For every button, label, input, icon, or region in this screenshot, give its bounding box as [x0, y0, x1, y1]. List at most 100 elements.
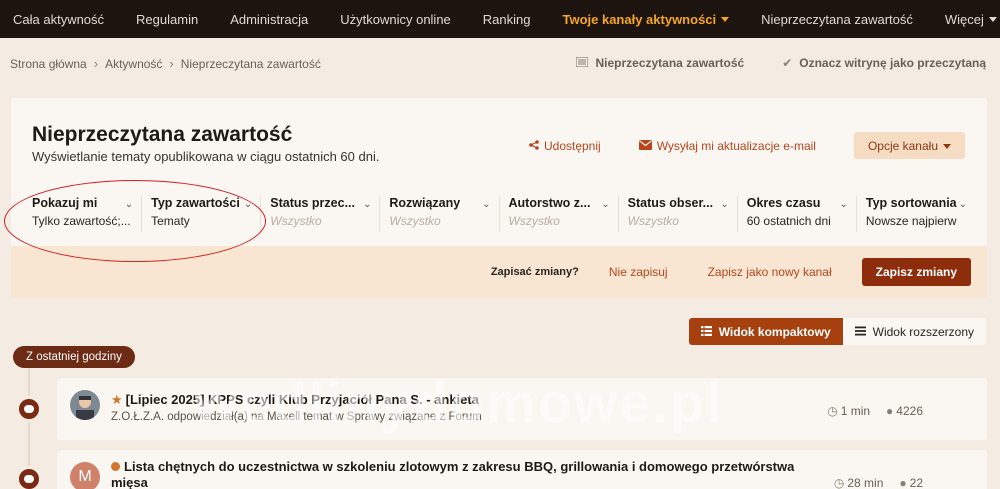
filter-value: Wszystko — [389, 214, 441, 228]
filter-value: Wszystko — [270, 214, 322, 228]
breadcrumb-actions: Nieprzeczytana zawartość ✔ Oznacz witryn… — [538, 56, 986, 70]
filter-follow-status[interactable]: Status obser... Wszystko ⌄ — [619, 196, 738, 232]
item-stats: ◷ 1 min ● 4226 — [811, 404, 923, 418]
nav-item-rules[interactable]: Regulamin — [120, 0, 214, 38]
star-icon: ★ — [111, 392, 123, 407]
item-title[interactable]: ★ [Lipiec 2025] KPPS czyli Klub Przyjació… — [111, 392, 479, 408]
chevron-down-icon: ⌄ — [601, 199, 610, 210]
chevron-down-icon: ⌄ — [839, 199, 848, 210]
chevron-down-icon — [988, 17, 997, 22]
breadcrumb-activity[interactable]: Aktywność — [105, 57, 162, 71]
breadcrumb-separator: › — [93, 56, 99, 71]
item-title[interactable]: Lista chętnych do uczestnictwa w szkolen… — [111, 459, 794, 489]
chevron-down-icon: ⌄ — [720, 199, 729, 210]
comment-icon — [16, 396, 42, 422]
list-item[interactable]: ★ [Lipiec 2025] KPPS czyli Klub Przyjació… — [57, 378, 987, 440]
filter-value: Tematy — [151, 214, 190, 228]
save-question: Zapisać zmiany? — [490, 266, 579, 278]
page-title: Nieprzeczytana zawartość — [32, 123, 293, 146]
nav-item-activity-channels-label: Twoje kanały aktywności — [562, 11, 717, 27]
unread-dot-icon — [111, 462, 120, 471]
filter-show-me[interactable]: Pokazuj mi Tylko zawartość;... ⌄ — [23, 196, 143, 232]
top-nav: Cała aktywność Regulamin Administracja U… — [0, 0, 1000, 38]
mark-site-read-link[interactable]: ✔ Oznacz witrynę jako przeczytaną — [782, 56, 986, 70]
unread-content-link[interactable]: Nieprzeczytana zawartość — [575, 56, 745, 70]
unread-content-label: Nieprzeczytana zawartość — [595, 56, 745, 70]
item-stats: ◷ 28 min ● 22 — [818, 476, 923, 489]
filter-time-period[interactable]: Okres czasu 60 ostatnich dni ⌄ — [738, 196, 857, 232]
filter-value: Wszystko — [508, 214, 560, 228]
item-replies: ● 22 — [899, 476, 923, 489]
filter-value: 60 ostatnich dni — [746, 214, 831, 228]
email-updates-button[interactable]: Wysyłaj mi aktualizacje e-mail — [638, 138, 816, 153]
comment-icon: ● — [899, 476, 907, 489]
envelope-icon — [638, 139, 652, 153]
breadcrumb: Strona główna › Aktywność › Nieprzeczyta… — [10, 56, 321, 71]
dont-save-link[interactable]: Nie zapisuj — [609, 265, 668, 279]
item-time: ◷ 1 min — [827, 404, 870, 418]
item-time: ◷ 28 min — [834, 476, 884, 489]
menu-icon — [854, 325, 866, 339]
filter-value: Tylko zawartość;... — [32, 214, 131, 228]
chevron-down-icon: ⌄ — [482, 199, 491, 210]
stream-panel: Nieprzeczytana zawartość Wyświetlanie te… — [11, 98, 987, 298]
nav-item-administration[interactable]: Administracja — [214, 0, 324, 38]
item-title-text: Lista chętnych do uczestnictwa w szkolen… — [124, 459, 795, 474]
chevron-down-icon — [943, 143, 951, 149]
avatar[interactable] — [70, 390, 100, 420]
compact-view-label: Widok kompaktowy — [718, 324, 831, 339]
chevron-down-icon: ⌄ — [124, 199, 134, 210]
check-icon: ✔ — [782, 56, 793, 70]
item-title-text: [Lipiec 2025] KPPS czyli Klub Przyjaciół… — [125, 392, 479, 407]
save-changes-bar: Zapisać zmiany? Nie zapisuj Zapisz jako … — [11, 246, 987, 298]
breadcrumb-current: Nieprzeczytana zawartość — [180, 56, 321, 71]
breadcrumb-separator: › — [169, 56, 174, 71]
list-item[interactable]: M Lista chętnych do uczestnictwa w szkol… — [57, 450, 987, 489]
breadcrumb-home[interactable]: Strona główna — [10, 57, 87, 71]
clock-icon: ◷ — [827, 404, 838, 418]
item-replies: ● 4226 — [886, 404, 923, 418]
nav-item-more-label: Więcej — [944, 11, 984, 27]
share-button[interactable]: Udostępnij — [529, 139, 601, 153]
expanded-view-button[interactable]: Widok rozszerzony — [842, 318, 986, 345]
item-subtitle: Z.O.Ł.Z.A. odpowiedział(a) na Maxell tem… — [111, 411, 482, 423]
expanded-view-label: Widok rozszerzony — [872, 324, 974, 339]
avatar[interactable]: M — [70, 462, 100, 489]
chevron-down-icon: ⌄ — [958, 199, 967, 210]
filter-authorship[interactable]: Autorstwo z... Wszystko ⌄ — [500, 196, 619, 232]
filter-content-type[interactable]: Typ zawartości Tematy ⌄ — [142, 196, 262, 232]
filter-sort-type[interactable]: Typ sortowania Nowsze najpierw ⌄ — [857, 196, 975, 232]
item-time-value: 1 min — [840, 404, 871, 418]
mark-site-read-label: Oznacz witrynę jako przeczytaną — [799, 56, 986, 70]
nav-item-activity-channels[interactable]: Twoje kanały aktywności — [546, 0, 745, 38]
chevron-down-icon: ⌄ — [362, 199, 372, 210]
chevron-down-icon — [721, 17, 730, 22]
filter-value: Wszystko — [627, 214, 679, 228]
save-changes-button[interactable]: Zapisz zmiany — [861, 258, 971, 286]
nav-item-all-activity[interactable]: Cała aktywność — [0, 0, 120, 38]
share-label: Udostępnij — [543, 138, 601, 153]
filter-bar: Pokazuj mi Tylko zawartość;... ⌄ Typ zaw… — [23, 196, 975, 232]
email-updates-label: Wysyłaj mi aktualizacje e-mail — [656, 138, 816, 153]
list-icon — [700, 325, 712, 339]
avatar-letter: M — [78, 468, 92, 485]
nav-item-unread-content[interactable]: Nieprzeczytana zawartość — [745, 0, 929, 38]
save-as-new-channel-link[interactable]: Zapisz jako nowy kanał — [708, 265, 832, 279]
share-icon — [529, 139, 539, 153]
item-time-value: 28 min — [847, 476, 884, 489]
chevron-down-icon: ⌄ — [243, 199, 253, 210]
page-description: Wyświetlanie tematy opublikowana w ciągu… — [32, 149, 380, 164]
channel-options-button[interactable]: Opcje kanału — [853, 132, 965, 159]
comment-icon: ● — [886, 404, 894, 418]
list-icon — [575, 56, 590, 70]
header-actions: Udostępnij Wysyłaj mi aktualizacje e-mai… — [529, 132, 965, 159]
nav-item-online-users[interactable]: Użytkownicy online — [324, 0, 467, 38]
filter-solved[interactable]: Rozwiązany Wszystko ⌄ — [380, 196, 500, 232]
nav-item-more[interactable]: Więcej — [929, 0, 1000, 38]
item-replies-value: 22 — [909, 476, 923, 489]
channel-options-label: Opcje kanału — [867, 138, 938, 153]
compact-view-button[interactable]: Widok kompaktowy — [688, 318, 843, 345]
nav-item-ranking[interactable]: Ranking — [467, 0, 547, 38]
filter-read-status[interactable]: Status przec... Wszystko ⌄ — [261, 196, 381, 232]
view-toggle: Widok kompaktowy Widok rozszerzony — [688, 318, 986, 345]
